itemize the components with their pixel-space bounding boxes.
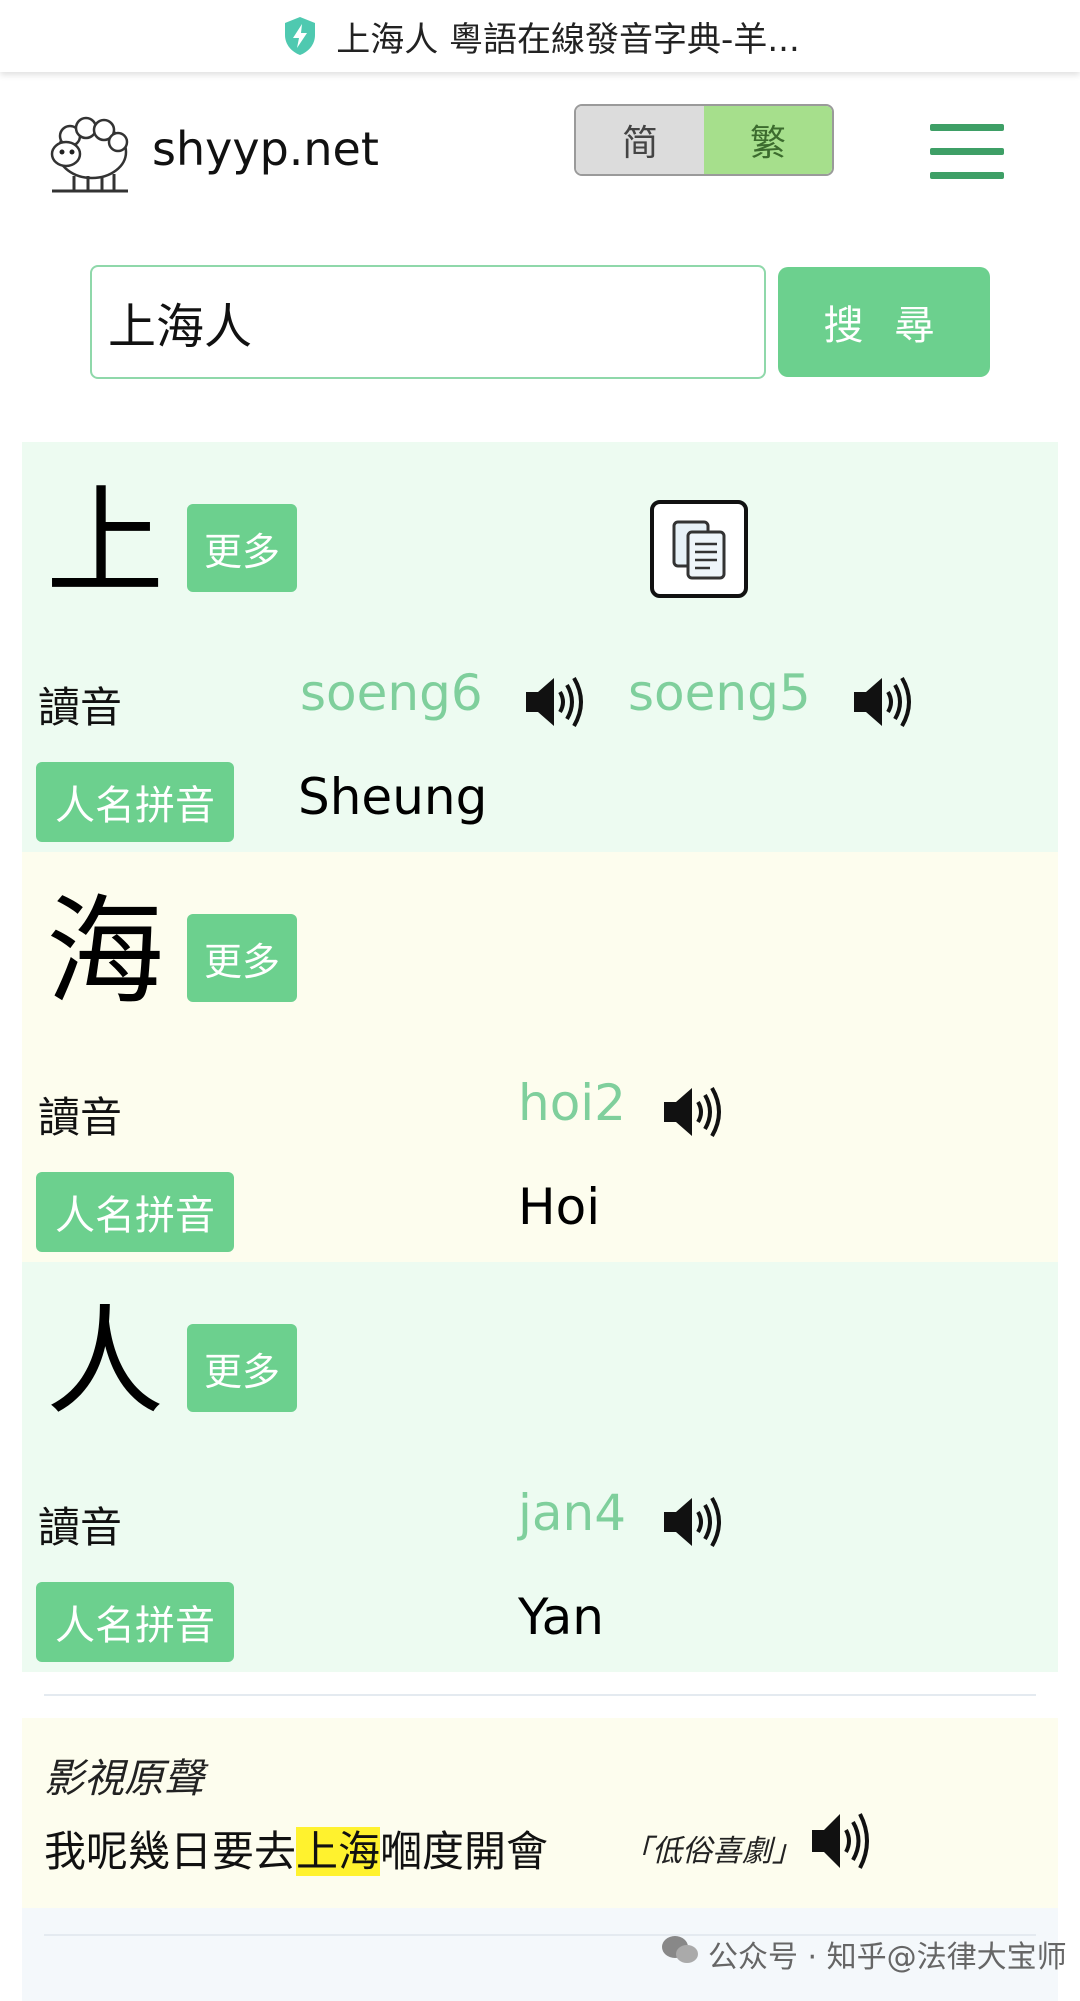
copy-icon[interactable] — [650, 500, 748, 598]
shield-icon — [280, 14, 320, 58]
reading-label: 讀音 — [38, 683, 123, 732]
simplified-option[interactable]: 简 — [576, 106, 704, 174]
more-button[interactable]: 更多 — [187, 504, 297, 592]
film-quote-text: 我呢幾日要去上海嗰度開會 — [44, 1818, 548, 1879]
speaker-icon[interactable] — [660, 1082, 726, 1142]
browser-tab-bar: 上海人 粵語在線發音字典-羊... — [0, 0, 1080, 72]
film-quote-title: 影視原聲 — [44, 1756, 204, 1802]
headword-char: 海 — [46, 883, 165, 1021]
watermark-text: 公众号 · 知乎@法律大宝师 — [708, 1940, 1067, 1975]
quote-text-before: 我呢幾日要去 — [44, 1827, 297, 1876]
name-romanization: Sheung — [298, 768, 488, 826]
headword-char: 人 — [46, 1293, 165, 1431]
reading-jyutping[interactable]: hoi2 — [518, 1074, 626, 1132]
search-input[interactable] — [90, 265, 766, 379]
reading-jyutping[interactable]: soeng5 — [628, 664, 811, 722]
char-block: 海 更多 讀音 hoi2 人名拼音 Hoi — [22, 852, 1058, 1262]
speaker-icon[interactable] — [660, 1492, 726, 1552]
film-quote-block: 影視原聲 我呢幾日要去上海嗰度開會 「低俗喜劇」 — [22, 1718, 1058, 1908]
char-block: 人 更多 讀音 jan4 人名拼音 Yan — [22, 1262, 1058, 1672]
headword-char: 上 — [46, 473, 165, 611]
reading-jyutping[interactable]: jan4 — [518, 1484, 626, 1542]
wechat-icon — [660, 1934, 700, 1974]
name-romanization: Yan — [518, 1588, 604, 1646]
tab-title[interactable]: 上海人 粵語在線發音字典-羊... — [336, 12, 800, 61]
sheep-logo-icon[interactable] — [44, 114, 134, 194]
divider — [44, 1694, 1036, 1696]
site-name[interactable]: shyyp.net — [152, 122, 379, 176]
reading-label: 讀音 — [38, 1093, 123, 1142]
speaker-icon[interactable] — [522, 672, 588, 732]
site-header: shyyp.net 简 繁 — [0, 74, 1080, 224]
char-block: 上 更多 讀音 soeng6 soeng5 人名拼音 Sheung — [22, 442, 1058, 852]
quote-text-after: 嗰度開會 — [380, 1827, 549, 1876]
reading-label: 讀音 — [38, 1503, 123, 1552]
more-button[interactable]: 更多 — [187, 914, 297, 1002]
speaker-icon[interactable] — [850, 672, 916, 732]
script-toggle: 简 繁 — [574, 104, 834, 176]
film-source[interactable]: 「低俗喜劇」 — [622, 1826, 802, 1870]
name-pinyin-label: 人名拼音 — [36, 762, 234, 842]
name-pinyin-label: 人名拼音 — [36, 1582, 234, 1662]
name-pinyin-label: 人名拼音 — [36, 1172, 234, 1252]
search-button[interactable]: 搜 尋 — [778, 267, 990, 377]
hamburger-menu-icon[interactable] — [930, 124, 1004, 180]
more-button[interactable]: 更多 — [187, 1324, 297, 1412]
name-romanization: Hoi — [518, 1178, 601, 1236]
watermark: 公众号 · 知乎@法律大宝师 — [660, 1932, 1067, 1976]
traditional-option[interactable]: 繁 — [704, 106, 832, 174]
speaker-icon[interactable] — [808, 1808, 874, 1874]
reading-jyutping[interactable]: soeng6 — [300, 664, 483, 722]
quote-highlight: 上海 — [296, 1827, 381, 1876]
